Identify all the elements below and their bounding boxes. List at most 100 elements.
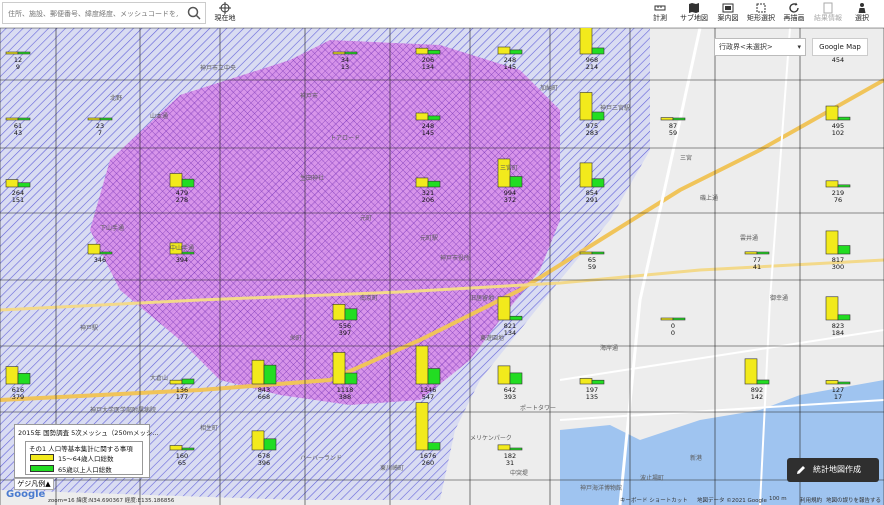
bar-working-age xyxy=(744,251,758,255)
create-stat-map-button[interactable]: 統計地図作成 xyxy=(787,458,879,482)
search-icon xyxy=(187,6,201,20)
bar-elderly xyxy=(509,372,523,385)
bar-elderly xyxy=(509,49,523,55)
place-label: 中突堤 xyxy=(510,469,528,477)
map-copyright: 地図データ ©2021 Google xyxy=(697,498,767,504)
place-label: 雲井通 xyxy=(740,234,758,242)
bar-working-age xyxy=(825,296,839,321)
bar-elderly xyxy=(837,381,851,385)
value-label-elderly: 41 xyxy=(753,263,761,271)
place-label: 三宮町 xyxy=(500,164,518,172)
tool-redraw[interactable]: 再描画 xyxy=(782,1,806,27)
document-icon xyxy=(823,2,833,14)
basemap-button[interactable]: Google Map xyxy=(812,38,868,56)
tool-label: 矩形選択 xyxy=(747,14,775,22)
terms-link[interactable]: 利用規約 xyxy=(800,496,822,504)
bar-elderly xyxy=(591,251,605,255)
bar-elderly xyxy=(99,117,113,121)
bar-elderly xyxy=(263,364,277,385)
place-label: 新港 xyxy=(690,454,702,462)
value-label-elderly: 396 xyxy=(258,459,270,467)
rect-select-icon xyxy=(756,3,766,13)
bar-elderly xyxy=(672,317,686,321)
bar-elderly xyxy=(756,251,770,255)
bar-working-age xyxy=(744,358,758,385)
bar-working-age xyxy=(660,317,674,321)
map-icon xyxy=(689,3,699,13)
tool-guide-map[interactable]: 案内図 xyxy=(714,1,742,27)
bar-elderly xyxy=(181,251,195,255)
tool-label: 選択 xyxy=(855,14,869,22)
bar-working-age xyxy=(415,177,429,188)
keyboard-shortcuts-link[interactable]: キーボード ショートカット xyxy=(620,496,688,504)
tool-label: サブ地図 xyxy=(680,14,708,22)
place-label: 加納町 xyxy=(540,84,558,92)
tool-label: 結果情報 xyxy=(814,14,842,22)
bar-working-age xyxy=(579,378,593,385)
bar-working-age xyxy=(5,179,19,188)
bar-elderly xyxy=(427,115,441,121)
bar-elderly xyxy=(344,372,358,385)
current-location-button[interactable]: 現在地 xyxy=(212,1,238,27)
pencil-icon xyxy=(797,466,805,474)
place-label: 神戸市 xyxy=(300,92,318,100)
value-label-working-age: 394 xyxy=(176,256,188,264)
place-label: 北野 xyxy=(110,94,122,102)
bar-working-age xyxy=(825,180,839,188)
value-label-elderly: 142 xyxy=(751,393,763,401)
bar-elderly xyxy=(591,379,605,385)
place-label: 東遊園地 xyxy=(480,334,504,342)
bar-elderly xyxy=(427,180,441,188)
bar-elderly xyxy=(591,178,605,188)
value-label-elderly: 291 xyxy=(586,196,598,204)
search-button[interactable] xyxy=(185,4,203,22)
legend-label-working-age: 15〜64歳人口総数 xyxy=(58,455,114,463)
value-label-elderly: 9 xyxy=(16,63,20,71)
place-label: 旧居留地 xyxy=(470,294,494,302)
value-label-elderly: 145 xyxy=(504,63,516,71)
bar-working-age xyxy=(332,304,346,321)
tool-submap[interactable]: サブ地図 xyxy=(678,1,710,27)
value-label-elderly: 59 xyxy=(669,129,677,137)
tool-label: 案内図 xyxy=(717,14,739,22)
bar-working-age xyxy=(660,117,674,121)
bar-working-age xyxy=(497,296,511,321)
tool-result-info[interactable]: 結果情報 xyxy=(812,1,844,27)
bar-working-age xyxy=(5,51,19,55)
value-label-elderly: 278 xyxy=(176,196,188,204)
guide-map-icon xyxy=(722,3,734,13)
bar-elderly xyxy=(181,378,195,385)
place-label: トアロード xyxy=(330,135,360,142)
bar-working-age xyxy=(87,243,101,255)
region-select[interactable]: 行政界<未選択> ▾ xyxy=(714,38,806,56)
value-label-elderly: 151 xyxy=(12,196,24,204)
search-input[interactable] xyxy=(6,5,180,23)
value-label-elderly: 388 xyxy=(339,393,351,401)
tool-select[interactable]: 選択 xyxy=(850,1,874,27)
place-label: 生田神社 xyxy=(300,174,324,182)
place-label: 山本通 xyxy=(150,112,168,120)
current-location-label: 現在地 xyxy=(214,14,236,22)
place-label: 大倉山 xyxy=(150,374,168,382)
legend-swatch-elderly xyxy=(30,465,54,472)
place-label: ハーバーランド xyxy=(300,455,342,462)
place-label: 海岸通 xyxy=(600,344,618,352)
report-error-link[interactable]: 地図の誤りを報告する xyxy=(826,496,881,504)
tool-rect-select[interactable]: 矩形選択 xyxy=(746,1,776,27)
create-stat-map-label: 統計地図作成 xyxy=(813,465,861,474)
value-label-elderly: 214 xyxy=(586,63,598,71)
bar-elderly xyxy=(756,379,770,385)
region-select-value: 行政界<未選択> xyxy=(719,43,773,51)
tool-measure[interactable]: 計測 xyxy=(648,1,672,27)
value-label-elderly: 177 xyxy=(176,393,188,401)
map-controls: 行政界<未選択> ▾ Google Map xyxy=(714,38,874,56)
value-label-elderly: 184 xyxy=(832,329,844,337)
bar-elderly xyxy=(509,447,523,451)
place-label: 神戸海洋博物館 xyxy=(580,484,622,492)
place-label: 栄町 xyxy=(290,334,302,342)
legend-subtitle: その1 人口等基本集計に関する事項 xyxy=(29,445,133,453)
bar-working-age xyxy=(332,51,346,55)
scale-label: 100 m xyxy=(769,496,787,502)
value-label-elderly: 134 xyxy=(422,63,434,71)
bar-elderly xyxy=(181,447,195,451)
